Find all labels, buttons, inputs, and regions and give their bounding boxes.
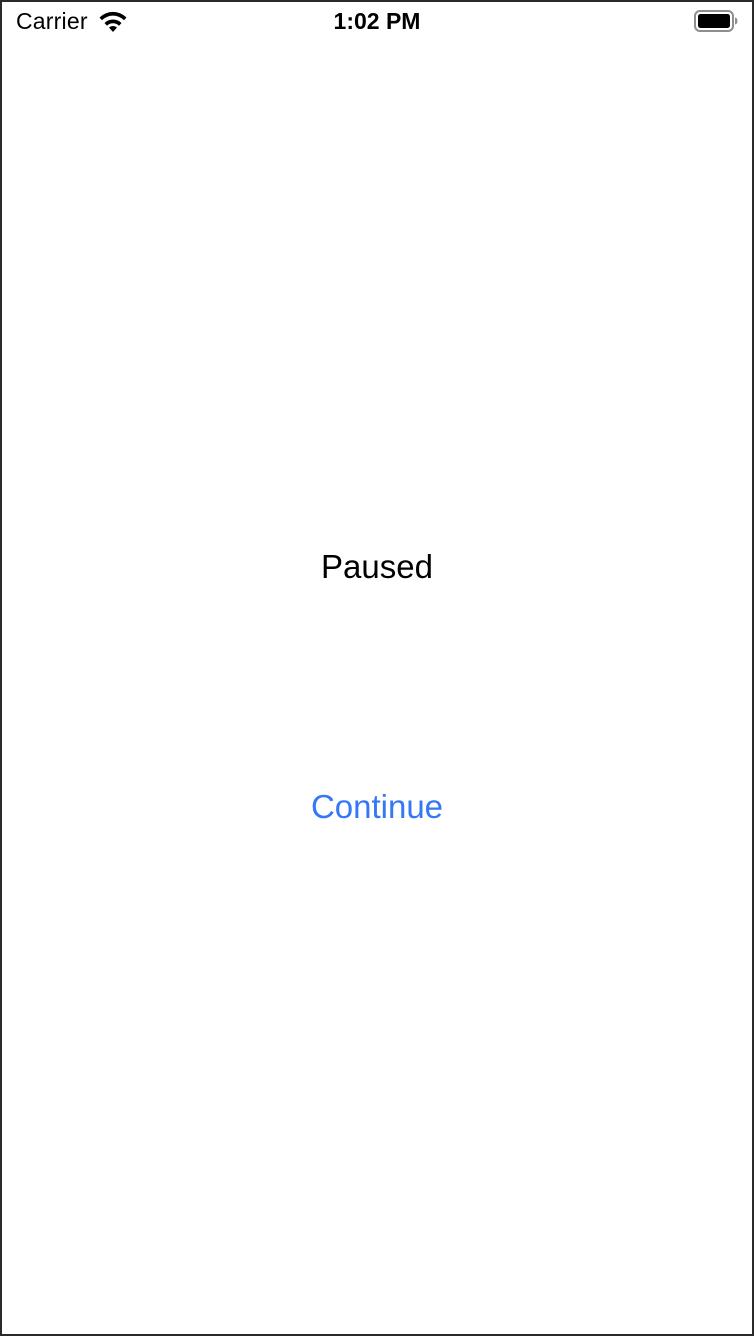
paused-status-label: Paused (321, 548, 433, 585)
status-bar-time: 1:02 PM (333, 8, 421, 34)
app-screen: Carrier 1:02 PM Paused Continue (0, 0, 754, 1336)
status-bar: Carrier 1:02 PM (2, 2, 752, 42)
continue-button[interactable]: Continue (277, 788, 477, 826)
battery-full-icon (694, 10, 738, 32)
